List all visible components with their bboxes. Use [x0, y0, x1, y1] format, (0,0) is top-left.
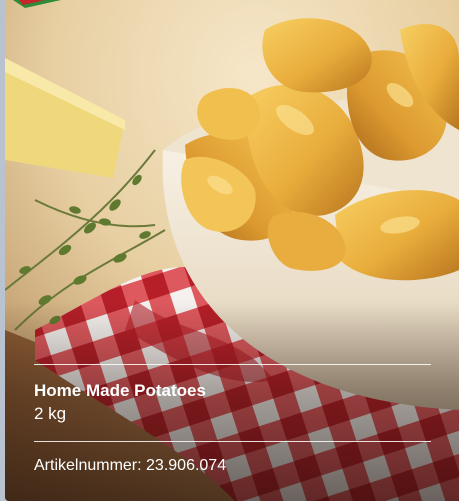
divider-top [34, 364, 431, 365]
product-info: Home Made Potatoes 2 kg Artikelnummer: 2… [34, 364, 431, 476]
product-name[interactable]: Home Made Potatoes [34, 381, 431, 401]
divider-bottom [34, 441, 431, 442]
product-card[interactable]: Home Made Potatoes 2 kg Artikelnummer: 2… [5, 0, 459, 501]
product-weight: 2 kg [34, 404, 67, 423]
article-number: Artikelnummer: 23.906.074 [34, 457, 227, 474]
